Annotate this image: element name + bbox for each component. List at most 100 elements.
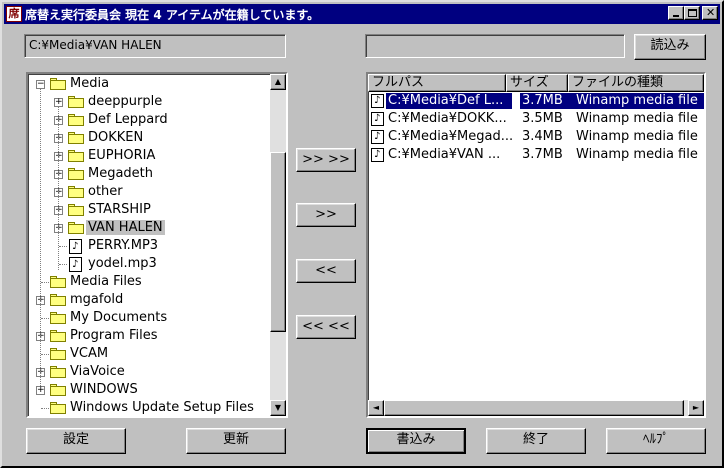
tree-item-label: VCAM: [70, 346, 109, 361]
minimize-button[interactable]: [668, 6, 684, 20]
maximize-button[interactable]: [684, 6, 700, 20]
help-button[interactable]: ﾍﾙﾌﾟ: [606, 428, 706, 454]
tree-vertical-scrollbar[interactable]: ▲ ▼: [270, 74, 286, 416]
tree-item[interactable]: + mgafold: [28, 291, 268, 309]
folder-icon: [68, 204, 84, 216]
folder-icon-body: [68, 152, 84, 162]
scroll-down-button[interactable]: ▼: [270, 400, 286, 416]
maximize-icon: [688, 9, 697, 17]
column-header[interactable]: フルパス: [368, 74, 506, 92]
tree-item[interactable]: + deeppurple: [28, 93, 268, 111]
list-cell-size: 3.7MB: [520, 93, 574, 109]
list-cell-path: C:¥Media¥VAN ...: [388, 147, 501, 162]
tree-item-label: EUPHORIA: [88, 148, 156, 163]
tree-item[interactable]: My Documents: [28, 309, 268, 327]
folder-icon-body: [50, 404, 66, 414]
column-header[interactable]: サイズ: [506, 74, 568, 92]
load-button[interactable]: 読込み: [634, 34, 706, 60]
app-icon[interactable]: 席: [6, 6, 22, 22]
tree-item[interactable]: + DOKKEN: [28, 129, 268, 147]
tree-connector: [58, 106, 59, 270]
file-list[interactable]: フルパスサイズファイルの種類C:¥Media¥Def L...3.7MBWina…: [366, 72, 706, 418]
list-cell-kind: Winamp media file: [576, 147, 698, 162]
tree-item[interactable]: Windows Update Setup Files: [28, 399, 268, 416]
tree-item[interactable]: + Program Files: [28, 327, 268, 345]
scroll-thumb[interactable]: [384, 400, 684, 416]
folder-icon-body: [50, 80, 66, 90]
tree-item-label: DOKKEN: [88, 130, 144, 145]
move-all-left-button[interactable]: << <<: [296, 315, 356, 339]
audio-file-icon: [371, 148, 384, 162]
list-row[interactable]: C:¥Media¥VAN ... 3.7MB Winamp media file: [368, 146, 704, 164]
tree-item[interactable]: yodel.mp3: [28, 255, 268, 273]
scroll-thumb[interactable]: [270, 152, 286, 332]
scroll-left-button[interactable]: ◄: [368, 400, 384, 416]
list-row[interactable]: C:¥Media¥DOKK... 3.5MB Winamp media file: [368, 110, 704, 128]
tree-item[interactable]: VCAM: [28, 345, 268, 363]
move-right-button[interactable]: >>: [296, 203, 356, 227]
folder-icon-body: [68, 170, 84, 180]
column-header[interactable]: ファイルの種類: [568, 74, 704, 92]
main-window: 席 席替え実行委員会 現在 4 アイテムが在籍しています。 ✕ C:¥Media…: [0, 0, 724, 468]
tree-item[interactable]: + Def Leppard: [28, 111, 268, 129]
folder-icon: [50, 276, 66, 288]
write-button[interactable]: 書込み: [366, 428, 466, 454]
tree-connector: [59, 246, 67, 247]
folder-icon: [50, 330, 66, 342]
scroll-up-button[interactable]: ▲: [270, 74, 286, 90]
tree-item[interactable]: Media Files: [28, 273, 268, 291]
tree-connector: [41, 354, 49, 355]
list-cell-size: 3.5MB: [522, 111, 563, 126]
tree-connector: [40, 88, 41, 386]
settings-button[interactable]: 設定: [26, 428, 126, 454]
tree-item-label: Media: [70, 76, 110, 91]
source-path-field[interactable]: C:¥Media¥VAN HALEN: [24, 34, 286, 58]
folder-icon-body: [68, 224, 84, 234]
tree-item[interactable]: + STARSHIP: [28, 201, 268, 219]
move-all-right-button[interactable]: >> >>: [296, 148, 356, 172]
tree-item-label: Megadeth: [88, 166, 154, 181]
tree-item[interactable]: + VAN HALEN: [28, 219, 268, 237]
list-cell-size: 3.7MB: [522, 147, 563, 162]
folder-icon: [50, 312, 66, 324]
move-left-button[interactable]: <<: [296, 259, 356, 283]
list-cell-kind: Winamp media file: [574, 93, 704, 109]
tree-item-label: mgafold: [70, 292, 124, 307]
folder-icon-body: [68, 188, 84, 198]
list-cell-path: C:¥Media¥DOKK...: [388, 111, 507, 126]
destination-path-field[interactable]: [365, 34, 625, 58]
tree-connector: [59, 264, 67, 265]
tree-item[interactable]: + Megadeth: [28, 165, 268, 183]
folder-tree[interactable]: − Media + deeppurple + Def Leppard + DOKKEN + EUP…: [26, 72, 288, 418]
folder-icon-body: [68, 116, 84, 126]
list-row[interactable]: C:¥Media¥Megad... 3.4MB Winamp media file: [368, 128, 704, 146]
folder-icon: [50, 78, 66, 90]
tree-item[interactable]: + ViaVoice: [28, 363, 268, 381]
scroll-right-button[interactable]: ►: [688, 400, 704, 416]
close-button[interactable]: ✕: [702, 6, 718, 20]
tree-item[interactable]: + WINDOWS: [28, 381, 268, 399]
list-horizontal-scrollbar[interactable]: ◄ ►: [368, 400, 704, 416]
source-path-text: C:¥Media¥VAN HALEN: [29, 38, 162, 52]
tree-item-label: other: [88, 184, 123, 199]
tree-item[interactable]: + EUPHORIA: [28, 147, 268, 165]
list-row[interactable]: C:¥Media¥Def L... 3.7MBWinamp media file: [368, 92, 704, 110]
tree-connector: [41, 282, 49, 283]
folder-icon: [50, 294, 66, 306]
folder-icon-body: [50, 386, 66, 396]
folder-icon: [68, 132, 84, 144]
folder-icon: [50, 402, 66, 414]
tree-item[interactable]: + other: [28, 183, 268, 201]
tree-item[interactable]: − Media: [28, 75, 268, 93]
audio-file-icon: [69, 257, 82, 272]
tree-item[interactable]: PERRY.MP3: [28, 237, 268, 255]
tree-item-label: Program Files: [70, 328, 158, 343]
tree-item-label: My Documents: [70, 310, 168, 325]
title-bar[interactable]: 席 席替え実行委員会 現在 4 アイテムが在籍しています。 ✕: [4, 4, 720, 24]
exit-button[interactable]: 終了: [486, 428, 586, 454]
refresh-button[interactable]: 更新: [186, 428, 286, 454]
folder-icon-body: [50, 350, 66, 360]
folder-icon-body: [50, 314, 66, 324]
folder-icon-body: [50, 332, 66, 342]
expand-toggle-icon[interactable]: +: [36, 386, 45, 395]
